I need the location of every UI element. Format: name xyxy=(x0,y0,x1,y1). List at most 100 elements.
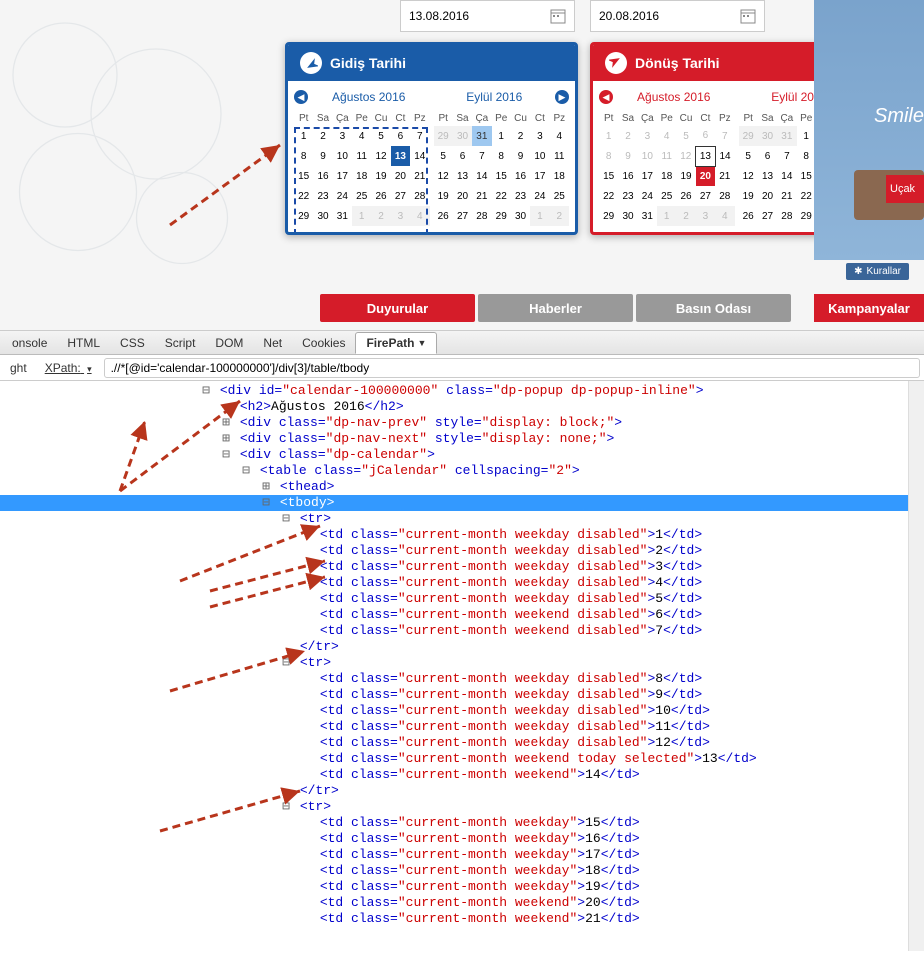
calendar-day[interactable]: 19 xyxy=(676,166,695,186)
calendar-day[interactable]: 1 xyxy=(352,206,371,226)
calendar-day[interactable]: 14 xyxy=(472,166,491,186)
collapse-icon[interactable]: ⊟ xyxy=(280,799,292,815)
calendar-day[interactable]: 1 xyxy=(530,206,549,226)
calendar-day[interactable]: 6 xyxy=(696,126,715,146)
tree-node[interactable]: <td class="current-month weekday">18</td… xyxy=(0,863,924,879)
tree-node[interactable]: ⊟ <tr> xyxy=(0,799,924,815)
calendar-day[interactable]: 19 xyxy=(434,186,453,206)
calendar-day[interactable]: 13 xyxy=(453,166,472,186)
calendar-day[interactable]: 10 xyxy=(333,146,352,166)
calendar-day[interactable]: 3 xyxy=(391,206,410,226)
rules-link[interactable]: ✱ Kurallar xyxy=(846,263,909,280)
calendar-day[interactable]: 31 xyxy=(777,126,796,146)
calendar-day[interactable]: 25 xyxy=(657,186,676,206)
calendar-day[interactable]: 23 xyxy=(511,186,530,206)
calendar-day[interactable]: 12 xyxy=(676,146,695,166)
calendar-day[interactable]: 31 xyxy=(333,206,352,226)
tree-node[interactable]: ⊞ <div class="dp-nav-next" style="displa… xyxy=(0,431,924,447)
tree-node[interactable]: <td class="current-month weekday">17</td… xyxy=(0,847,924,863)
calendar-day[interactable]: 29 xyxy=(739,126,758,146)
calendar-day[interactable]: 17 xyxy=(530,166,549,186)
calendar-day[interactable]: 2 xyxy=(313,126,332,146)
dom-tree[interactable]: ⊟ <div id="calendar-100000000" class="dp… xyxy=(0,381,924,951)
calendar-day[interactable]: 28 xyxy=(715,186,734,206)
calendar-day[interactable]: 26 xyxy=(676,186,695,206)
calendar-day[interactable]: 29 xyxy=(492,206,511,226)
calendar-day[interactable]: 5 xyxy=(434,146,453,166)
calendar-day[interactable]: 2 xyxy=(550,206,569,226)
xpath-input[interactable] xyxy=(104,358,920,378)
calendar-day[interactable]: 27 xyxy=(758,206,777,226)
calendar-day[interactable]: 13 xyxy=(391,146,410,166)
tree-node[interactable]: <td class="current-month weekday disable… xyxy=(0,591,924,607)
collapse-icon[interactable]: ⊟ xyxy=(200,383,212,399)
tab-css[interactable]: CSS xyxy=(110,332,155,354)
calendar-day[interactable]: 13 xyxy=(696,146,715,166)
tree-node[interactable]: </tr> xyxy=(0,639,924,655)
collapse-icon[interactable]: ⊟ xyxy=(280,511,292,527)
calendar-day[interactable]: 8 xyxy=(599,146,618,166)
calendar-day[interactable]: 27 xyxy=(391,186,410,206)
calendar-day[interactable]: 18 xyxy=(550,166,569,186)
calendar-day[interactable]: 22 xyxy=(797,186,816,206)
prev-month-arrow[interactable]: ◀ xyxy=(294,90,308,104)
calendar-day[interactable]: 8 xyxy=(294,146,313,166)
tree-node[interactable]: ⊟ <tr> xyxy=(0,511,924,527)
tree-node[interactable]: <td class="current-month weekend">21</td… xyxy=(0,911,924,927)
calendar-day[interactable]: 7 xyxy=(715,126,734,146)
calendar-day[interactable]: 15 xyxy=(599,166,618,186)
calendar-day[interactable]: 21 xyxy=(472,186,491,206)
tab-announcements[interactable]: Duyurular xyxy=(320,294,475,322)
tree-node[interactable]: <td class="current-month weekday">16</td… xyxy=(0,831,924,847)
highlight-button[interactable]: ght xyxy=(4,359,33,377)
tree-node[interactable]: <td class="current-month weekend">14</td… xyxy=(0,767,924,783)
calendar-day[interactable]: 12 xyxy=(434,166,453,186)
calendar-day[interactable]: 4 xyxy=(715,206,734,226)
expand-icon[interactable]: ⊞ xyxy=(220,431,232,447)
calendar-day[interactable]: 5 xyxy=(676,126,695,146)
calendar-day[interactable]: 14 xyxy=(410,146,429,166)
calendar-day[interactable]: 14 xyxy=(715,146,734,166)
calendar-day[interactable]: 29 xyxy=(434,126,453,146)
calendar-day[interactable]: 16 xyxy=(618,166,637,186)
calendar-day[interactable]: 4 xyxy=(550,126,569,146)
tree-node[interactable]: <td class="current-month weekday">19</td… xyxy=(0,879,924,895)
next-month-arrow[interactable]: ▶ xyxy=(555,90,569,104)
tab-dom[interactable]: DOM xyxy=(205,332,253,354)
calendar-grid[interactable]: PtSaÇaPeCuCtPz29303112345678910111213141… xyxy=(434,111,570,226)
tree-node[interactable]: ⊞ <thead> xyxy=(0,479,924,495)
calendar-day[interactable]: 2 xyxy=(676,206,695,226)
collapse-icon[interactable]: ⊟ xyxy=(260,495,272,511)
calendar-day[interactable]: 2 xyxy=(511,126,530,146)
calendar-day[interactable]: 3 xyxy=(638,126,657,146)
calendar-day[interactable]: 30 xyxy=(511,206,530,226)
calendar-day[interactable]: 2 xyxy=(371,206,390,226)
calendar-day[interactable]: 28 xyxy=(472,206,491,226)
calendar-day[interactable]: 22 xyxy=(294,186,313,206)
prev-month-arrow[interactable]: ◀ xyxy=(599,90,613,104)
calendar-day[interactable]: 4 xyxy=(657,126,676,146)
calendar-day[interactable]: 6 xyxy=(391,126,410,146)
calendar-day[interactable]: 22 xyxy=(492,186,511,206)
tree-node[interactable]: ⊟ <div id="calendar-100000000" class="dp… xyxy=(0,383,924,399)
tree-node[interactable]: <td class="current-month weekend">20</td… xyxy=(0,895,924,911)
calendar-day[interactable]: 1 xyxy=(294,126,313,146)
depart-date-input[interactable]: 13.08.2016 xyxy=(400,0,575,32)
calendar-day[interactable]: 16 xyxy=(511,166,530,186)
calendar-day[interactable]: 1 xyxy=(492,126,511,146)
calendar-day[interactable]: 25 xyxy=(550,186,569,206)
tree-node[interactable]: <td class="current-month weekday disable… xyxy=(0,719,924,735)
calendar-day[interactable]: 11 xyxy=(657,146,676,166)
calendar-day[interactable]: 29 xyxy=(599,206,618,226)
tree-node[interactable]: ⊟ <tbody> xyxy=(0,495,924,511)
calendar-day[interactable]: 3 xyxy=(333,126,352,146)
tree-node[interactable]: ⊞ <div class="dp-nav-prev" style="displa… xyxy=(0,415,924,431)
tree-node[interactable]: </tr> xyxy=(0,783,924,799)
calendar-day[interactable]: 30 xyxy=(758,126,777,146)
calendar-day[interactable]: 4 xyxy=(352,126,371,146)
calendar-day[interactable]: 12 xyxy=(739,166,758,186)
calendar-day[interactable]: 15 xyxy=(492,166,511,186)
calendar-day[interactable]: 10 xyxy=(530,146,549,166)
calendar-day[interactable]: 19 xyxy=(371,166,390,186)
calendar-day[interactable]: 9 xyxy=(618,146,637,166)
